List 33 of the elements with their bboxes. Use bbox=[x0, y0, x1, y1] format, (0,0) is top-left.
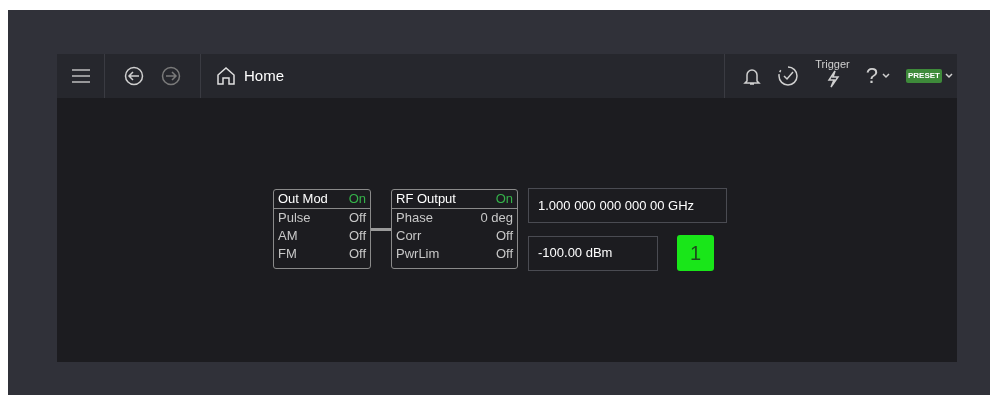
setting-label: AM bbox=[278, 227, 298, 245]
lightning-icon bbox=[825, 70, 840, 88]
home-icon[interactable] bbox=[216, 66, 236, 86]
setting-value: Off bbox=[495, 245, 513, 263]
panel-title: Out Mod bbox=[278, 190, 328, 208]
status-panel[interactable]: Out Mod On Pulse Off AM Off FM Off bbox=[273, 189, 371, 269]
back-icon[interactable] bbox=[123, 66, 144, 86]
caret-icon[interactable] bbox=[945, 73, 953, 79]
panel-title: RF Output bbox=[396, 190, 456, 208]
setting-label: Pulse bbox=[278, 209, 311, 227]
setting-value: Off bbox=[495, 227, 513, 245]
page-title: Home bbox=[244, 65, 284, 86]
channel-button[interactable]: 1 bbox=[677, 235, 714, 271]
help-button[interactable]: ? bbox=[865, 65, 890, 87]
status-text: On bbox=[495, 190, 513, 208]
setting-value: 0 deg bbox=[480, 209, 513, 227]
setting-value: Off bbox=[348, 209, 366, 227]
status-text: On bbox=[348, 190, 366, 208]
bell-icon[interactable] bbox=[743, 66, 762, 86]
trigger-button[interactable]: Trigger bbox=[815, 58, 850, 88]
frequency-field[interactable]: 1.000 000 000 000 00 GHz bbox=[528, 188, 727, 223]
check-circle-icon[interactable] bbox=[777, 65, 800, 87]
setting-label: Phase bbox=[396, 209, 433, 227]
setting-value: Off bbox=[348, 227, 366, 245]
setting-label: Corr bbox=[396, 227, 422, 245]
status-panel[interactable]: RF Output On Phase 0 deg Corr Off PwrLim Off bbox=[391, 189, 518, 269]
setting-label: FM bbox=[278, 245, 297, 263]
menu-icon[interactable] bbox=[70, 68, 91, 84]
setting-value: Off bbox=[348, 245, 366, 263]
setting-label: PwrLim bbox=[396, 245, 440, 263]
power-field[interactable]: -100.00 dBm bbox=[528, 235, 658, 271]
caret-icon bbox=[882, 73, 890, 79]
preset-button[interactable]: PRESET bbox=[906, 69, 942, 83]
